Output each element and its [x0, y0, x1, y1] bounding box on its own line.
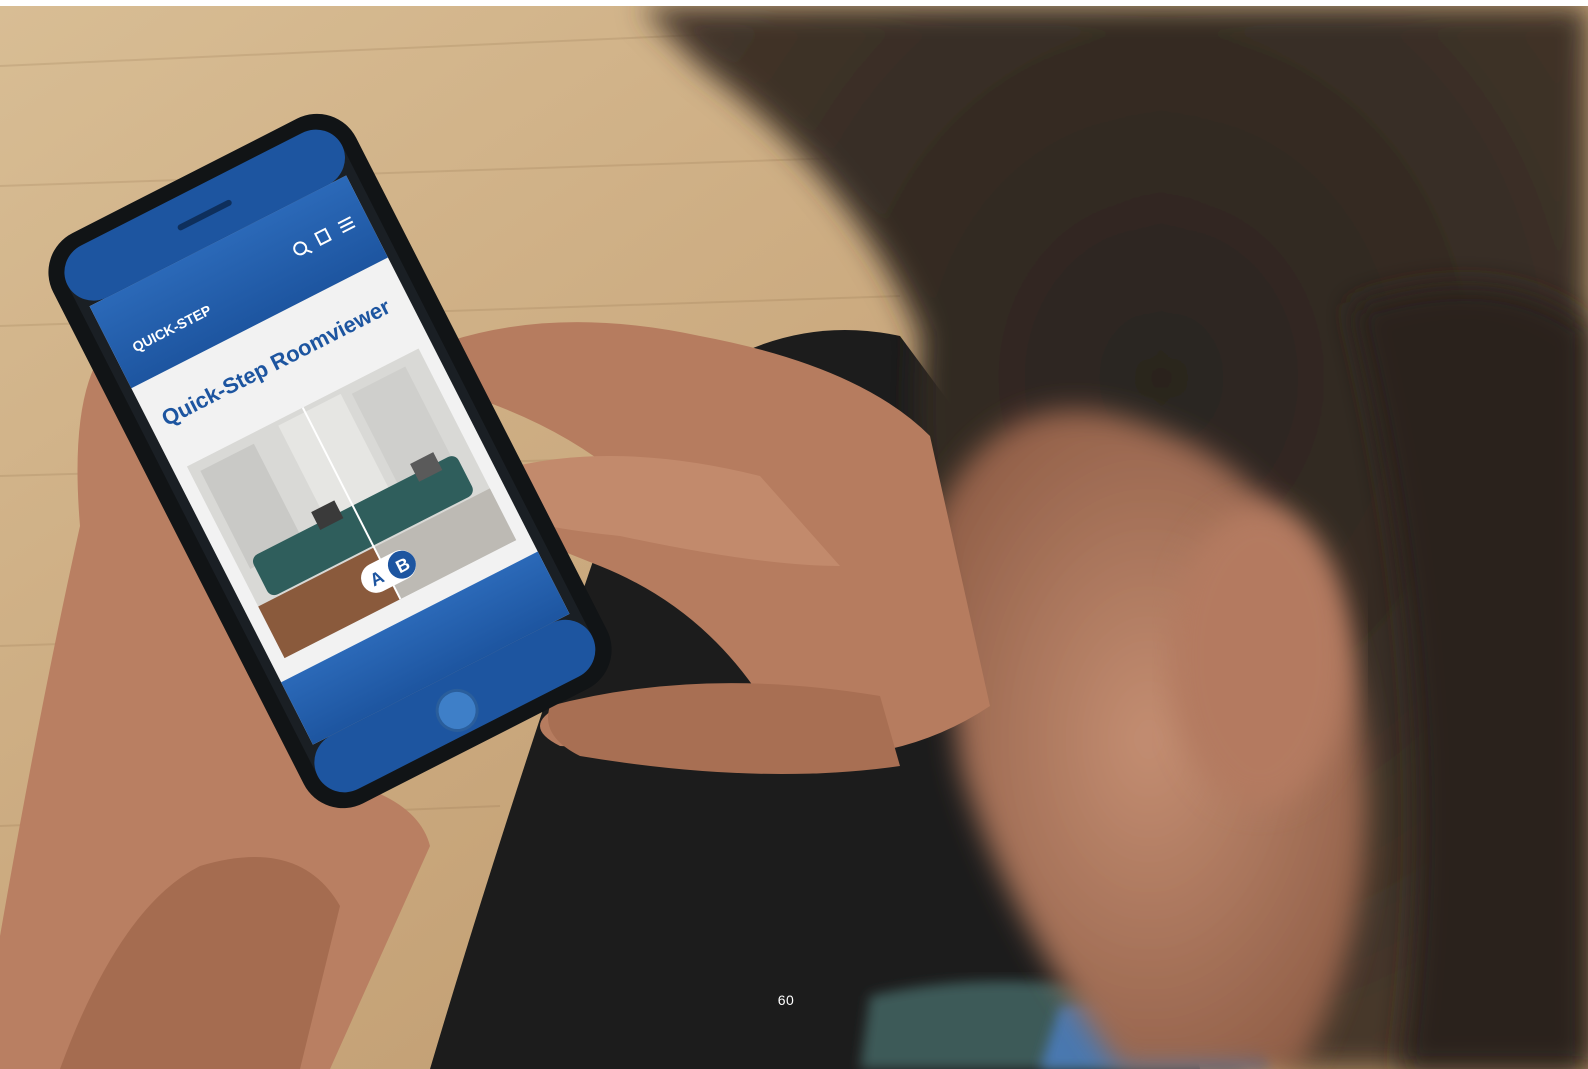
page-number: 60: [777, 992, 795, 1008]
hero-photo: QUICK-STEP Quick-Step Roomviewer A B: [0, 6, 1588, 1069]
